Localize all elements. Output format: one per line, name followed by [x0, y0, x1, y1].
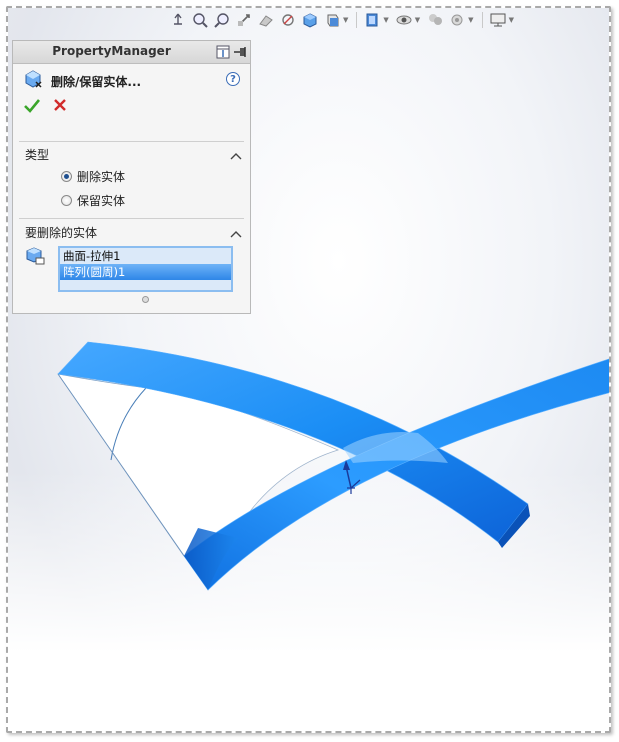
section-divider — [19, 141, 244, 142]
solid-bodies-icon — [24, 246, 46, 270]
zoom-to-area-icon[interactable] — [212, 10, 232, 30]
edit-appearance-caret[interactable]: ▼ — [415, 16, 420, 24]
bodies-section-header[interactable]: 要删除的实体 — [13, 222, 250, 240]
view-settings-icon[interactable] — [447, 10, 467, 30]
screenshot-frame: ▼ ▼ ▼ ▼ ▼ PropertyManager 删除/保留实体... ? 类… — [6, 6, 611, 733]
ok-check-button[interactable] — [24, 98, 41, 117]
display-style-caret[interactable]: ▼ — [343, 16, 348, 24]
property-manager-header: PropertyManager — [13, 41, 250, 64]
type-section-header[interactable]: 类型 — [13, 144, 250, 162]
delete-body-feature-icon — [23, 69, 43, 93]
pushpin-icon[interactable] — [233, 44, 247, 63]
cancel-x-button[interactable] — [53, 97, 67, 116]
feature-header: 删除/保留实体... ? — [13, 64, 250, 92]
edit-appearance-icon[interactable] — [394, 10, 414, 30]
apply-scene-icon[interactable] — [425, 10, 445, 30]
property-manager-title: PropertyManager — [52, 44, 171, 58]
list-item[interactable]: 曲面-拉伸1 — [60, 248, 231, 264]
pin-toggle-icon[interactable] — [216, 44, 230, 63]
hide-show-items-icon[interactable] — [362, 10, 382, 30]
zoom-to-fit-icon[interactable] — [190, 10, 210, 30]
previous-view-icon[interactable] — [234, 10, 254, 30]
view-orientation-icon[interactable] — [168, 10, 188, 30]
radio-button-checked[interactable] — [61, 170, 72, 182]
toolbar-separator-2 — [481, 12, 483, 28]
hide-show-caret[interactable]: ▼ — [383, 16, 388, 24]
list-resize-handle[interactable] — [142, 296, 149, 303]
view-orientation-cube-icon[interactable] — [300, 10, 320, 30]
help-icon[interactable]: ? — [226, 72, 240, 86]
type-section-label: 类型 — [25, 148, 50, 162]
radio-keep-bodies[interactable]: 保留实体 — [61, 191, 125, 209]
heads-up-view-toolbar: ▼ ▼ ▼ ▼ ▼ — [168, 9, 517, 31]
radio-keep-bodies-label: 保留实体 — [77, 193, 126, 208]
view-settings-caret[interactable]: ▼ — [468, 16, 473, 24]
bodies-section-label: 要删除的实体 — [25, 226, 98, 240]
dynamic-annotation-icon[interactable] — [278, 10, 298, 30]
property-manager-panel: PropertyManager 删除/保留实体... ? 类型 删除实体 保留实… — [12, 40, 251, 314]
monitor-icon[interactable] — [488, 10, 508, 30]
feature-title: 删除/保留实体... — [51, 75, 142, 89]
radio-delete-bodies[interactable]: 删除实体 — [61, 167, 125, 185]
chevron-up-icon[interactable] — [230, 224, 242, 243]
radio-delete-bodies-label: 删除实体 — [77, 169, 126, 184]
toolbar-separator — [356, 12, 358, 28]
display-style-icon[interactable] — [322, 10, 342, 30]
monitor-caret[interactable]: ▼ — [509, 16, 514, 24]
chevron-up-icon[interactable] — [230, 146, 242, 165]
section-view-icon[interactable] — [256, 10, 276, 30]
list-item-selected[interactable]: 阵列(圆周)1 — [60, 264, 231, 280]
bodies-to-delete-list[interactable]: 曲面-拉伸1 阵列(圆周)1 — [58, 246, 233, 292]
section-divider — [19, 218, 244, 219]
confirmation-row — [13, 92, 250, 120]
radio-button-unchecked[interactable] — [61, 194, 72, 206]
